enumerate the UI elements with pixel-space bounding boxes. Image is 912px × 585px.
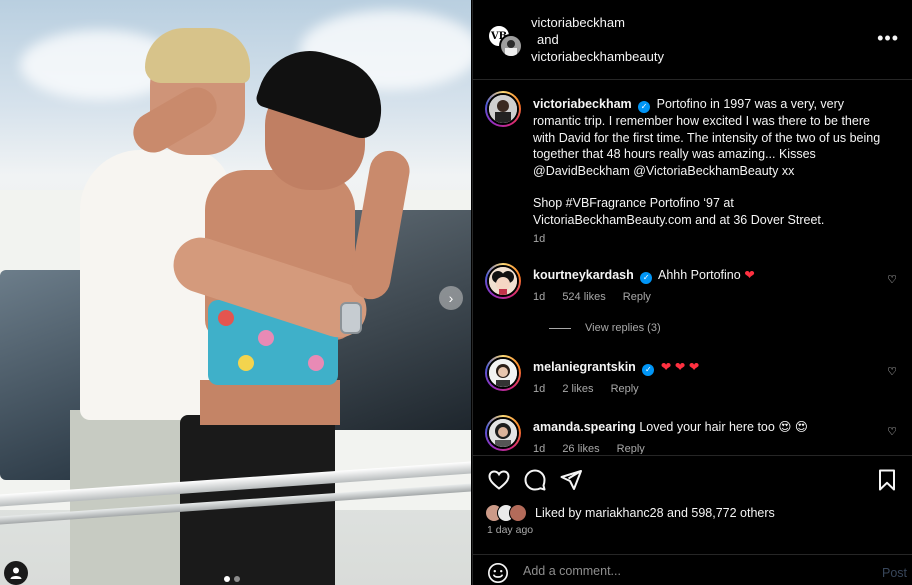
comment-meta: 1d 524 likes Reply: [533, 291, 665, 303]
liker-avatar: [509, 504, 527, 522]
author-username[interactable]: victoriabeckham: [531, 14, 664, 31]
man-hair: [145, 28, 250, 83]
comment-username[interactable]: amanda.spearing: [533, 420, 636, 434]
comment-text: amanda.spearing Loved your hair here too…: [533, 419, 808, 436]
woman-waist: [200, 380, 340, 425]
comment-text: melaniegrantskin ✓ ❤ ❤ ❤: [533, 359, 699, 376]
comment-meta: 1d 2 likes Reply: [533, 383, 653, 395]
add-comment-bar: Post: [473, 554, 912, 585]
like-comment-heart-icon[interactable]: ♡: [887, 273, 897, 286]
comment-likes[interactable]: 524 likes: [562, 291, 605, 303]
reply-button[interactable]: Reply: [623, 291, 651, 303]
post-comment-button[interactable]: Post: [882, 566, 907, 580]
view-replies-label: View replies (3): [585, 322, 661, 334]
comment-meta: 1d 26 likes Reply: [533, 443, 659, 454]
replies-line: [549, 327, 571, 329]
comment-likes[interactable]: 2 likes: [562, 383, 593, 395]
liked-by-prefix: Liked by: [535, 506, 582, 520]
reply-button[interactable]: Reply: [611, 383, 639, 395]
carousel-dots: [224, 576, 240, 582]
comment-age: 1d: [533, 443, 546, 454]
heart-eyes-emoji: 😍 😍: [778, 420, 808, 434]
carousel-next-button[interactable]: ›: [439, 286, 463, 310]
header-and: and: [537, 32, 559, 47]
commenter-avatar[interactable]: [485, 415, 521, 451]
post-header-names: victoriabeckham and victoriabeckhambeaut…: [531, 14, 664, 65]
comment-text: kourtneykardash ✓ Ahhh Portofino ❤: [533, 267, 755, 284]
collaborator-username[interactable]: victoriabeckhambeauty: [531, 48, 664, 65]
emoji-icon[interactable]: [487, 562, 509, 584]
comment-likes[interactable]: 26 likes: [562, 443, 599, 454]
carousel-dot-active: [224, 576, 230, 582]
reply-button[interactable]: Reply: [617, 443, 645, 454]
comment-username[interactable]: melaniegrantskin: [533, 360, 636, 374]
collaborator-avatar[interactable]: [499, 34, 523, 58]
save-bookmark-icon[interactable]: [875, 468, 899, 492]
liked-by: Liked by mariakhanc28 and 598,772 others: [485, 504, 775, 522]
user-icon: [10, 567, 22, 579]
carousel-dot: [234, 576, 240, 582]
verified-badge-icon: ✓: [640, 272, 653, 284]
like-heart-icon[interactable]: [487, 468, 511, 492]
liked-by-count[interactable]: 598,772 others: [691, 506, 774, 520]
comment-input[interactable]: [523, 564, 853, 578]
comment-age: 1d: [533, 291, 546, 303]
caption-text: victoriabeckham ✓ Portofino in 1997 was …: [533, 96, 893, 228]
watch: [340, 302, 362, 334]
more-options-icon[interactable]: •••: [877, 28, 899, 49]
view-replies-button[interactable]: View replies (3): [549, 322, 661, 334]
post-sidebar: VB victoriabeckham and victoriabeckhambe…: [472, 0, 912, 585]
comment-body: Ahhh Portofino: [658, 268, 741, 282]
comment-bubble-icon[interactable]: [523, 468, 547, 492]
liked-by-and: and: [667, 506, 688, 520]
liked-by-avatars[interactable]: [485, 504, 531, 522]
like-comment-heart-icon[interactable]: ♡: [887, 365, 897, 378]
commenter-avatar[interactable]: [485, 263, 521, 299]
commenter-avatar[interactable]: [485, 355, 521, 391]
caption-meta: 1d: [533, 233, 559, 245]
share-send-icon[interactable]: [559, 468, 583, 492]
caption-body-2: Shop #VBFragrance Portofino ‘97 at Victo…: [533, 196, 825, 227]
post-actions: Liked by mariakhanc28 and 598,772 others…: [473, 455, 912, 545]
comment-body: Loved your hair here too: [639, 420, 775, 434]
comment-age: 1d: [533, 383, 546, 395]
heart-emoji: ❤: [744, 268, 755, 282]
liked-by-user[interactable]: mariakhanc28: [585, 506, 664, 520]
caption-username[interactable]: victoriabeckham: [533, 97, 632, 111]
verified-badge-icon: ✓: [638, 101, 651, 113]
caption-avatar[interactable]: [485, 91, 521, 127]
like-comment-heart-icon[interactable]: ♡: [887, 425, 897, 438]
verified-badge-icon: ✓: [642, 364, 655, 376]
post-header: VB victoriabeckham and victoriabeckhambe…: [473, 0, 912, 80]
tagged-users-button[interactable]: [4, 561, 28, 585]
post-timestamp[interactable]: 1 day ago: [487, 524, 533, 536]
caption-age: 1d: [533, 233, 546, 245]
comments-section[interactable]: victoriabeckham ✓ Portofino in 1997 was …: [473, 81, 912, 454]
chevron-right-icon: ›: [448, 290, 454, 306]
post-photo[interactable]: ›: [0, 0, 471, 585]
collab-avatars[interactable]: VB: [487, 24, 523, 58]
comment-username[interactable]: kourtneykardash: [533, 268, 634, 282]
heart-emoji: ❤ ❤ ❤: [660, 360, 700, 374]
